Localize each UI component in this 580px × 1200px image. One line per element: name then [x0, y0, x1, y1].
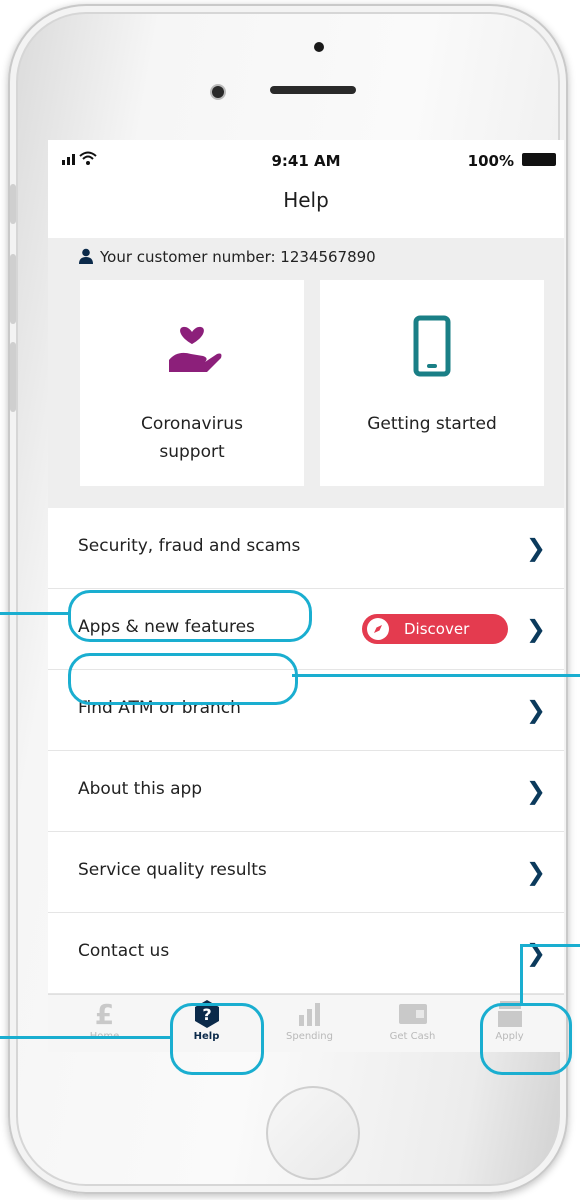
menu-item-service-quality[interactable]: Service quality results ❯ — [48, 832, 564, 913]
callout-apps-features — [68, 590, 312, 642]
battery-percent: 100% — [467, 152, 514, 170]
battery-icon — [522, 153, 556, 166]
tab-label: Spending — [286, 1031, 333, 1042]
chevron-right-icon: ❯ — [525, 534, 546, 562]
chevron-right-icon: ❯ — [525, 615, 546, 643]
phone-icon — [320, 314, 544, 378]
tab-spending[interactable]: Spending — [258, 999, 361, 1042]
callout-apply-tab — [480, 1003, 572, 1075]
getting-started-tile[interactable]: Getting started — [320, 280, 544, 486]
proximity-sensor — [314, 42, 324, 52]
coronavirus-support-tile[interactable]: Coronavirus support — [80, 280, 304, 486]
person-icon — [78, 248, 94, 264]
status-bar: 9:41 AM 100% — [48, 140, 564, 176]
callout-line-find-atm — [292, 674, 580, 677]
callout-help-tab — [170, 1003, 264, 1075]
menu-item-label: About this app — [78, 779, 203, 799]
tab-label: Get Cash — [389, 1031, 436, 1042]
menu-item-label: Service quality results — [78, 860, 267, 880]
menu-item-about[interactable]: About this app ❯ — [48, 751, 564, 832]
menu-item-security[interactable]: Security, fraud and scams ❯ — [48, 508, 564, 589]
menu-item-contact[interactable]: Contact us ❯ — [48, 913, 564, 994]
help-menu-list: Security, fraud and scams ❯ Apps & new f… — [48, 508, 564, 994]
discover-badge-label: Discover — [404, 620, 470, 638]
page-title: Help — [283, 188, 329, 212]
earpiece-speaker — [270, 86, 356, 94]
home-button[interactable] — [266, 1086, 360, 1180]
mute-switch — [10, 184, 16, 224]
chevron-right-icon: ❯ — [525, 777, 546, 805]
customer-number-text: Your customer number: 1234567890 — [100, 248, 376, 266]
volume-up-button — [10, 254, 16, 324]
tile-label-line1: Coronavirus — [141, 414, 243, 434]
volume-down-button — [10, 342, 16, 412]
bar-chart-icon — [258, 999, 361, 1029]
callout-line-apply-vertical — [520, 944, 523, 1004]
menu-item-label: Security, fraud and scams — [78, 536, 301, 556]
chevron-right-icon: ❯ — [525, 858, 546, 886]
cash-icon — [361, 999, 464, 1029]
customer-number: Your customer number: 1234567890 — [78, 248, 376, 266]
callout-line-apply-horizontal — [520, 944, 580, 947]
callout-find-atm — [68, 653, 298, 705]
discover-badge[interactable]: Discover — [362, 614, 508, 644]
callout-line-help-tab — [0, 1036, 172, 1039]
compass-icon — [367, 618, 389, 640]
pound-icon: £ — [94, 997, 115, 1031]
coronavirus-support-label: Coronavirus support — [90, 410, 294, 466]
menu-item-label: Contact us — [78, 941, 170, 961]
heart-hand-icon — [80, 314, 304, 378]
getting-started-label: Getting started — [330, 410, 534, 438]
chevron-right-icon: ❯ — [525, 696, 546, 724]
front-camera — [212, 86, 224, 98]
tile-label-line2: support — [159, 442, 225, 462]
tile-label-line1: Getting started — [367, 414, 497, 434]
callout-line-apps — [0, 612, 70, 615]
tab-get-cash[interactable]: Get Cash — [361, 999, 464, 1042]
